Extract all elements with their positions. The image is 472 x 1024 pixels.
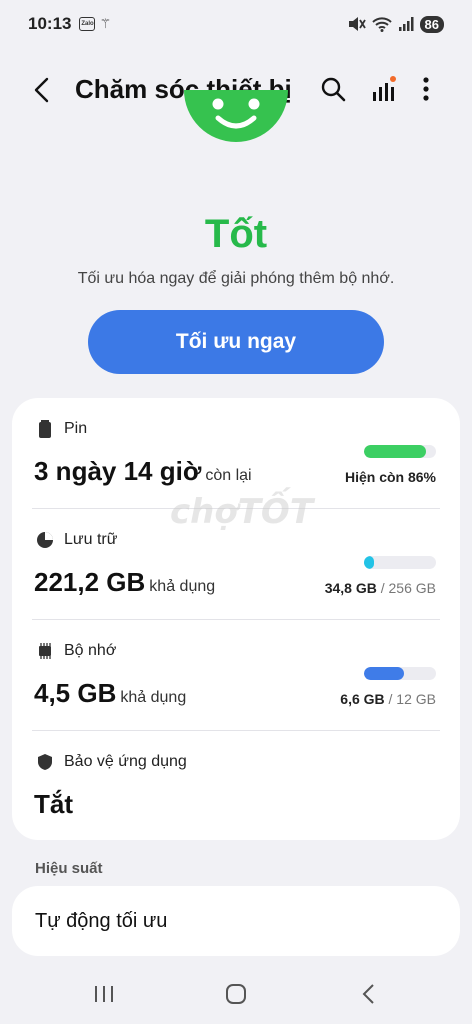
memory-usage: 6,6 GB / 12 GB — [340, 691, 436, 707]
memory-used: 6,6 GB — [340, 691, 385, 707]
zalo-notification-icon: Zalo — [79, 17, 96, 31]
memory-chip-icon — [39, 643, 51, 659]
storage-total: / 256 GB — [376, 580, 436, 596]
memory-row[interactable]: Bộ nhớ 4,5 GB khả dụng 6,6 GB / 12 GB — [12, 620, 460, 731]
storage-available: 221,2 GB khả dụng — [34, 567, 215, 598]
storage-value: 221,2 GB — [34, 567, 146, 597]
auto-optimize-item[interactable]: Tự động tối ưu — [12, 886, 460, 956]
battery-percent-text: Hiện còn 86% — [344, 469, 436, 485]
device-stats-card: Pin 3 ngày 14 giờ còn lại Hiện còn 86% Lư… — [12, 398, 460, 840]
mute-icon — [348, 17, 366, 31]
storage-bar — [364, 556, 436, 569]
battery-suffix: còn lại — [205, 467, 252, 484]
memory-total: / 12 GB — [384, 691, 436, 707]
storage-suffix: khả dụng — [149, 578, 216, 595]
watermark: chợTỐT — [170, 492, 314, 532]
memory-bar — [364, 667, 436, 680]
storage-label: Lưu trữ — [64, 531, 118, 548]
memory-suffix: khả dụng — [120, 689, 187, 706]
app-protection-status: Tắt — [34, 789, 73, 819]
status-description: Tối ưu hóa ngay để giải phóng thêm bộ nh… — [77, 270, 395, 287]
auto-optimize-label: Tự động tối ưu — [35, 910, 168, 932]
navigation-bar — [0, 960, 472, 1024]
optimize-now-button[interactable]: Tối ưu ngay — [88, 310, 384, 374]
battery-bar — [364, 445, 436, 458]
battery-percent: Hiện còn 86% — [345, 469, 436, 485]
memory-label: Bộ nhớ — [64, 642, 117, 659]
back-nav-icon[interactable] — [353, 980, 383, 1008]
storage-used: 34,8 GB — [324, 580, 377, 596]
memory-value: 4,5 GB — [34, 678, 117, 708]
app-protection-row[interactable]: Bảo vệ ứng dụng Tắt — [12, 731, 460, 842]
storage-pie-icon — [37, 532, 53, 548]
device-status-label: Tốt — [204, 212, 268, 256]
performance-section-title: Hiệu suất — [35, 860, 103, 877]
search-icon[interactable] — [318, 74, 348, 104]
battery-time-remaining: 3 ngày 14 giờ còn lại — [34, 456, 252, 487]
signal-icon — [398, 17, 414, 31]
app-protection-label: Bảo vệ ứng dụng — [64, 753, 187, 770]
more-options-icon[interactable] — [414, 74, 438, 104]
magic-wand-icon: ⚚ — [99, 16, 112, 31]
back-icon[interactable] — [28, 76, 56, 104]
battery-level: 86 — [419, 15, 444, 33]
home-icon[interactable] — [221, 980, 251, 1008]
stats-icon[interactable] — [370, 74, 400, 104]
battery-bar-fill — [364, 445, 426, 458]
wifi-icon — [371, 17, 392, 32]
recents-icon[interactable] — [89, 980, 119, 1008]
battery-icon — [39, 420, 51, 438]
storage-bar-fill — [364, 556, 375, 569]
happy-face-icon — [184, 90, 288, 142]
battery-label: Pin — [64, 420, 88, 437]
status-bar: 10:13 Zalo ⚚ 86 — [0, 0, 472, 48]
shield-icon — [38, 754, 52, 770]
memory-bar-fill — [364, 667, 404, 680]
storage-usage: 34,8 GB / 256 GB — [325, 580, 436, 596]
memory-available: 4,5 GB khả dụng — [34, 678, 186, 709]
battery-value: 3 ngày 14 giờ — [34, 456, 202, 486]
clock: 10:13 — [28, 14, 72, 33]
